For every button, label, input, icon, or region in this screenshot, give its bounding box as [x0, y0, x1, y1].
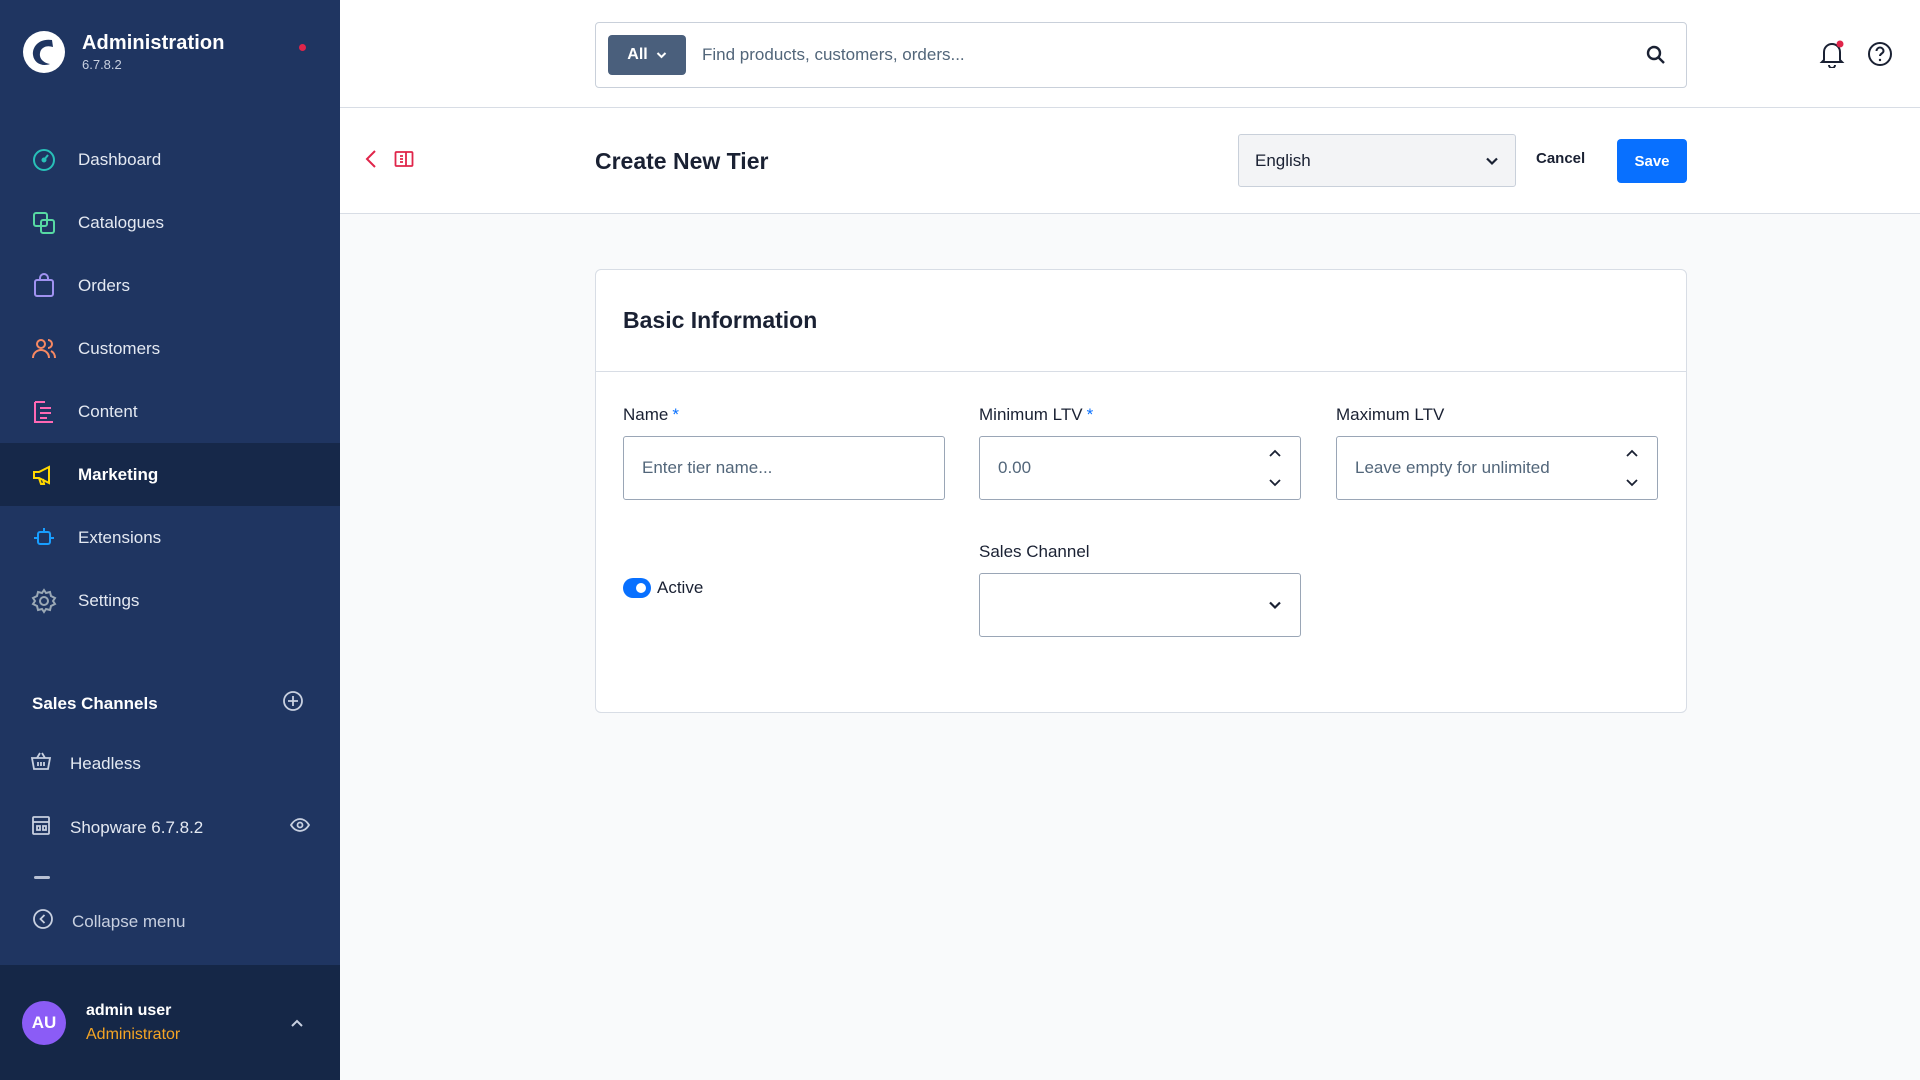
sales-channel-shopware[interactable]: Shopware 6.7.8.2 [30, 814, 311, 841]
min-ltv-label: Minimum LTV * [979, 405, 1093, 425]
avatar: AU [22, 1000, 66, 1045]
top-bar: All [340, 0, 1920, 108]
nav-item-orders[interactable]: Orders [0, 254, 340, 317]
card-title: Basic Information [623, 307, 818, 333]
search-input[interactable] [702, 45, 1626, 65]
nav-label: Content [78, 401, 138, 421]
user-name: admin user [86, 1001, 172, 1019]
sales-channel-label: Headless [70, 753, 141, 773]
min-ltv-label-text: Minimum LTV [979, 405, 1083, 424]
required-marker: * [672, 405, 679, 424]
sidebar: Administration 6.7.8.2 Dashboard Catalog… [0, 0, 340, 1080]
search-icon[interactable] [1626, 45, 1686, 65]
orders-icon [30, 272, 58, 300]
language-value: English [1255, 150, 1311, 170]
marketing-icon [30, 461, 58, 489]
content-icon [30, 398, 58, 426]
min-ltv-input[interactable] [980, 458, 1268, 478]
help-icon[interactable] [1867, 41, 1893, 72]
chevron-down-icon [1268, 600, 1282, 610]
main-nav: Dashboard Catalogues Orders Customers Co… [0, 128, 340, 632]
max-ltv-input[interactable] [1337, 458, 1625, 478]
chevron-up-icon[interactable] [1625, 449, 1639, 458]
nav-item-dashboard[interactable]: Dashboard [0, 128, 340, 191]
brand-version: 6.7.8.2 [82, 57, 122, 72]
save-button[interactable]: Save [1617, 139, 1687, 183]
nav-label: Dashboard [78, 149, 162, 169]
brand[interactable]: Administration 6.7.8.2 [22, 30, 312, 74]
page-title: Create New Tier [595, 148, 769, 174]
nav-item-customers[interactable]: Customers [0, 317, 340, 380]
active-toggle[interactable]: Active [623, 578, 703, 598]
back-chevron-icon[interactable] [364, 148, 378, 175]
dashboard-icon [30, 146, 58, 174]
nav-label: Orders [78, 275, 130, 295]
max-ltv-label: Maximum LTV [1336, 405, 1445, 424]
max-ltv-stepper [1625, 449, 1639, 487]
chevron-down-icon [656, 52, 666, 59]
page-header: Create New Tier English Cancel Save [340, 108, 1920, 214]
nav-label: Customers [78, 338, 161, 358]
sales-channel-select[interactable] [979, 573, 1301, 637]
sales-channels-header: Sales Channels [32, 690, 304, 717]
sales-channels-title: Sales Channels [32, 693, 158, 713]
sales-channel-label: Sales Channel [979, 542, 1090, 561]
name-input[interactable] [624, 458, 944, 478]
required-marker: * [1086, 405, 1094, 424]
nav-item-marketing[interactable]: Marketing [0, 443, 340, 506]
search-type-label: All [627, 46, 648, 63]
cancel-button[interactable]: Cancel [1536, 150, 1585, 167]
nav-label: Settings [78, 590, 140, 610]
nav-label: Catalogues [78, 212, 165, 232]
global-search: All [595, 22, 1687, 88]
nav-label: Extensions [78, 527, 162, 547]
name-label-text: Name [623, 405, 669, 424]
active-switch[interactable] [623, 578, 651, 598]
sidebar-toggle-icon[interactable] [394, 150, 414, 173]
brand-title: Administration [82, 32, 225, 54]
storefront-icon [30, 814, 52, 841]
nav-item-catalogues[interactable]: Catalogues [0, 191, 340, 254]
name-field[interactable] [623, 436, 945, 500]
max-ltv-field[interactable] [1336, 436, 1658, 500]
chevron-down-icon[interactable] [1268, 478, 1282, 487]
notification-bell-icon[interactable] [1819, 40, 1845, 73]
add-sales-channel-icon[interactable] [282, 690, 304, 717]
sales-channel-label: Shopware 6.7.8.2 [70, 817, 204, 837]
search-type-dropdown[interactable]: All [608, 35, 686, 75]
nav-item-extensions[interactable]: Extensions [0, 506, 340, 569]
sales-channel-headless[interactable]: Headless [30, 750, 310, 777]
basic-information-card: Basic Information Name* Minimum LTV* Max… [595, 269, 1687, 713]
active-label: Active [657, 578, 704, 597]
shopware-logo-icon [23, 31, 65, 73]
nav-label: Marketing [78, 464, 159, 484]
language-select[interactable]: English [1238, 134, 1516, 187]
customers-icon [30, 335, 58, 363]
collapse-icon [32, 908, 54, 935]
user-role: Administrator [86, 1025, 181, 1043]
min-ltv-field[interactable] [979, 436, 1301, 500]
sales-channel-overflow [34, 876, 50, 879]
settings-icon [30, 587, 58, 615]
chevron-up-icon[interactable] [290, 1015, 304, 1033]
nav-item-content[interactable]: Content [0, 380, 340, 443]
collapse-menu-label: Collapse menu [72, 911, 186, 931]
chevron-up-icon[interactable] [1268, 449, 1282, 458]
basket-icon [30, 750, 52, 777]
eye-icon[interactable] [289, 817, 311, 838]
notification-dot [299, 44, 306, 51]
catalogues-icon [30, 209, 58, 237]
chevron-down-icon [1486, 157, 1498, 165]
chevron-down-icon[interactable] [1625, 478, 1639, 487]
user-bar[interactable]: AU admin user Administrator [0, 965, 340, 1080]
name-label: Name * [623, 405, 679, 425]
nav-item-settings[interactable]: Settings [0, 569, 340, 632]
min-ltv-stepper [1268, 449, 1282, 487]
extensions-icon [30, 524, 58, 552]
collapse-menu-button[interactable]: Collapse menu [32, 908, 185, 935]
